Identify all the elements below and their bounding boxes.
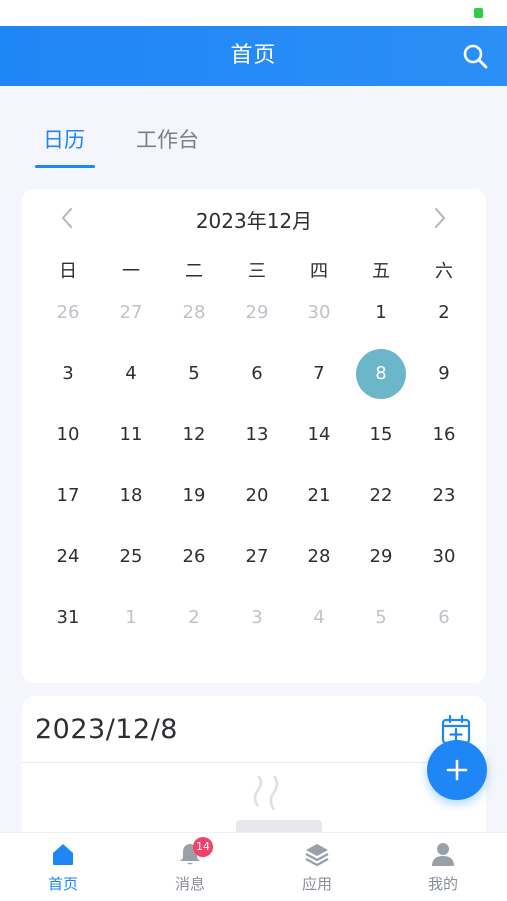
layers-icon xyxy=(305,844,329,867)
weekday-label: 日 xyxy=(59,261,77,282)
tab-active-indicator xyxy=(35,165,95,168)
calendar-day[interactable]: 7 xyxy=(294,349,344,399)
calendar-day[interactable]: 3 xyxy=(232,593,282,643)
nav-messages-label: 消息 xyxy=(174,875,205,893)
calendar-day[interactable]: 22 xyxy=(356,471,406,521)
calendar-day[interactable]: 20 xyxy=(232,471,282,521)
calendar-day[interactable]: 3 xyxy=(43,349,93,399)
calendar-day[interactable]: 9 xyxy=(419,349,469,399)
calendar-day[interactable]: 13 xyxy=(232,410,282,460)
weekday-label: 二 xyxy=(185,261,203,282)
calendar-day[interactable]: 1 xyxy=(356,288,406,338)
calendar-day[interactable]: 25 xyxy=(106,532,156,582)
weekday-label: 五 xyxy=(372,261,390,282)
status-bar xyxy=(0,0,507,26)
calendar-day[interactable]: 14 xyxy=(294,410,344,460)
calendar-day[interactable]: 21 xyxy=(294,471,344,521)
calendar-day[interactable]: 23 xyxy=(419,471,469,521)
calendar-card: 2023年12月 日一二三四五六 26 27 28 29 30 1 2 3 4 5 6 7 8 9 10 11… xyxy=(22,189,486,683)
nav-messages[interactable]: 14 消息 xyxy=(127,833,253,901)
nav-profile[interactable]: 我的 xyxy=(380,833,506,901)
empty-coffee-icon xyxy=(236,776,322,836)
calendar-day[interactable]: 10 xyxy=(43,410,93,460)
battery-icon xyxy=(474,8,483,18)
calendar-day[interactable]: 18 xyxy=(106,471,156,521)
nav-home-label: 首页 xyxy=(47,875,78,893)
home-icon xyxy=(53,844,73,865)
calendar-day[interactable]: 30 xyxy=(419,532,469,582)
nav-apps[interactable]: 应用 xyxy=(254,833,380,901)
weekday-label: 一 xyxy=(122,261,140,282)
calendar-day[interactable]: 15 xyxy=(356,410,406,460)
tab-workbench[interactable]: 工作台 xyxy=(136,124,199,154)
divider xyxy=(22,762,486,763)
calendar-day[interactable]: 6 xyxy=(232,349,282,399)
calendar-day[interactable]: 28 xyxy=(294,532,344,582)
weekday-label: 三 xyxy=(248,261,266,282)
nav-apps-label: 应用 xyxy=(301,875,332,893)
calendar-day[interactable]: 2 xyxy=(169,593,219,643)
selected-date-card: 2023/12/8 xyxy=(22,696,486,836)
calendar-header: 2023年12月 xyxy=(22,189,486,247)
selected-date: 2023/12/8 xyxy=(35,714,178,745)
calendar-day[interactable]: 19 xyxy=(169,471,219,521)
calendar-day[interactable]: 30 xyxy=(294,288,344,338)
calendar-day[interactable]: 16 xyxy=(419,410,469,460)
month-label: 2023年12月 xyxy=(195,209,313,233)
tab-calendar[interactable]: 日历 xyxy=(43,124,85,154)
weekday-label: 六 xyxy=(435,261,453,282)
weekday-row: 日一二三四五六 xyxy=(22,257,486,287)
calendar-day[interactable]: 4 xyxy=(294,593,344,643)
calendar-day[interactable]: 29 xyxy=(356,532,406,582)
calendar-day[interactable]: 24 xyxy=(43,532,93,582)
chevron-right-icon[interactable] xyxy=(426,205,452,231)
calendar-day[interactable]: 27 xyxy=(232,532,282,582)
plus-icon xyxy=(446,759,468,781)
calendar-day[interactable]: 29 xyxy=(232,288,282,338)
calendar-day[interactable]: 27 xyxy=(106,288,156,338)
user-icon xyxy=(432,843,454,866)
page-title: 首页 xyxy=(230,43,277,68)
add-button[interactable] xyxy=(427,740,487,800)
message-count-badge: 14 xyxy=(193,837,213,857)
calendar-day[interactable]: 26 xyxy=(169,532,219,582)
search-icon[interactable] xyxy=(461,42,489,70)
calendar-day[interactable]: 26 xyxy=(43,288,93,338)
bottom-nav: 首页 14 消息 应用 我的 xyxy=(0,832,507,901)
weekday-label: 四 xyxy=(310,261,328,282)
tab-bar: 日历 工作台 xyxy=(0,110,507,170)
calendar-day[interactable]: 5 xyxy=(356,593,406,643)
calendar-day[interactable]: 5 xyxy=(169,349,219,399)
nav-profile-label: 我的 xyxy=(427,875,458,893)
nav-home[interactable]: 首页 xyxy=(0,833,126,901)
calendar-day[interactable]: 17 xyxy=(43,471,93,521)
calendar-day[interactable]: 31 xyxy=(43,593,93,643)
calendar-day[interactable]: 28 xyxy=(169,288,219,338)
calendar-day[interactable]: 2 xyxy=(419,288,469,338)
calendar-day[interactable]: 6 xyxy=(419,593,469,643)
calendar-day[interactable]: 1 xyxy=(106,593,156,643)
calendar-day[interactable]: 4 xyxy=(106,349,156,399)
calendar-day[interactable]: 11 xyxy=(106,410,156,460)
calendar-day[interactable]: 12 xyxy=(169,410,219,460)
calendar-day-selected[interactable]: 8 xyxy=(356,349,406,399)
top-bar: 首页 xyxy=(0,26,507,86)
